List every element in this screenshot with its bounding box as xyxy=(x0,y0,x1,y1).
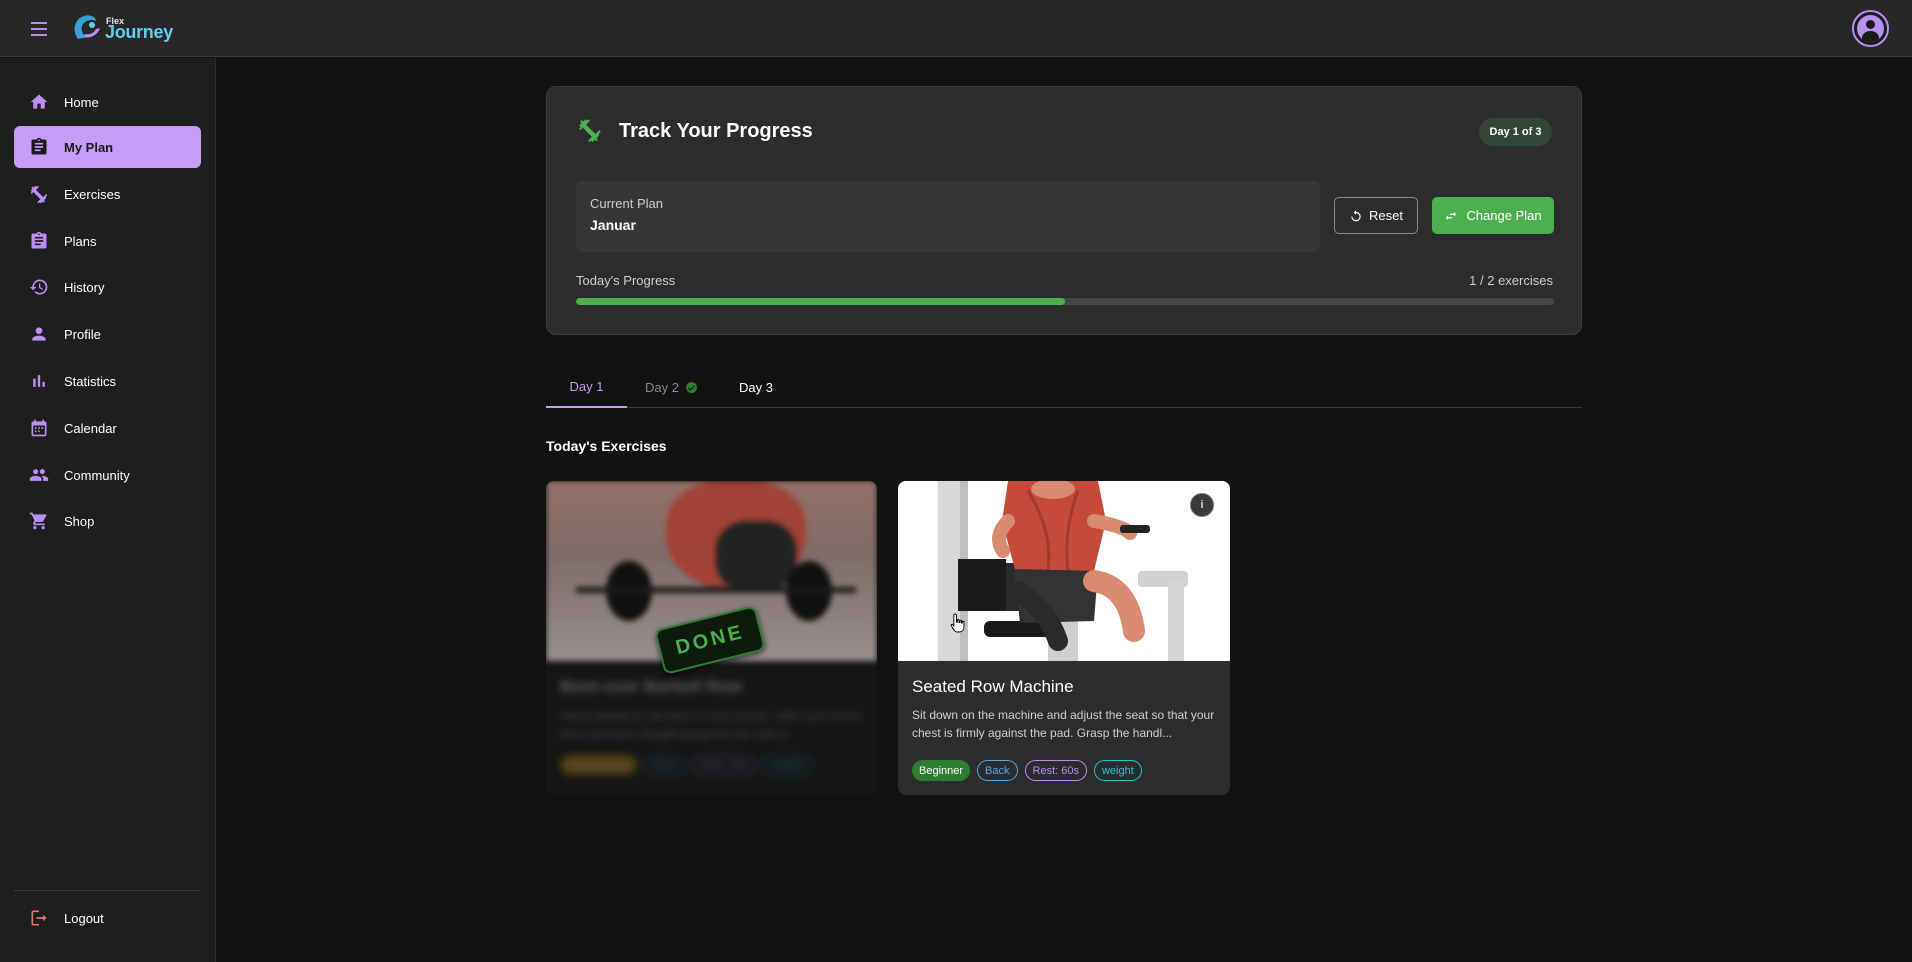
bar-chart-icon xyxy=(28,370,50,392)
reset-icon xyxy=(1351,209,1361,221)
hand-cursor-icon xyxy=(950,613,965,633)
progress-bar xyxy=(576,298,1554,305)
sidebar-item-my-plan[interactable]: My Plan xyxy=(14,126,201,168)
swap-icon xyxy=(1446,211,1457,220)
progress-count: 1 / 2 exercises xyxy=(1469,273,1553,288)
current-plan-caption: Current Plan xyxy=(590,196,663,211)
sidebar-item-label: Profile xyxy=(64,326,101,342)
sidebar-item-label: My Plan xyxy=(64,139,114,155)
logo-text: Journey xyxy=(105,22,173,42)
change-plan-button[interactable]: Change Plan xyxy=(1432,197,1554,234)
dumbbell-icon xyxy=(28,183,50,205)
progress-label: Today's Progress xyxy=(576,273,676,288)
sidebar-item-community[interactable]: Community xyxy=(14,454,201,496)
sidebar-divider xyxy=(14,890,201,891)
exercise-title: Seated Row Machine xyxy=(912,677,1074,696)
sidebar-item-label: Shop xyxy=(64,513,95,529)
account-avatar-button[interactable] xyxy=(1852,10,1889,47)
sidebar-item-label: Plans xyxy=(64,233,97,249)
account-icon xyxy=(1857,15,1884,42)
sidebar-item-calendar[interactable]: Calendar xyxy=(14,407,201,449)
current-plan-box: Current Plan Januar xyxy=(576,181,1320,252)
logout-label: Logout xyxy=(64,910,104,926)
people-icon xyxy=(28,464,50,486)
exercise-tags: Beginner Back Rest: 60s weight xyxy=(912,760,1142,781)
exercise-card-done[interactable]: Bent-over Barbell Row Place barbell on t… xyxy=(546,481,877,795)
track-progress-card: Track Your Progress Day 1 of 3 Current P… xyxy=(546,86,1582,335)
card-title: Track Your Progress xyxy=(619,120,813,142)
info-icon[interactable]: i xyxy=(1190,493,1214,517)
sidebar-item-history[interactable]: History xyxy=(14,266,201,308)
tab-day-1[interactable]: Day 1 xyxy=(546,366,627,408)
sidebar-item-shop[interactable]: Shop xyxy=(14,500,201,542)
tab-label: Day 3 xyxy=(739,379,773,395)
dumbbell-icon xyxy=(579,119,601,143)
person-icon xyxy=(28,323,50,345)
seated-row-illustration xyxy=(898,481,1230,661)
exercise-card[interactable]: i Seated Row Machine Sit down on the mac… xyxy=(898,481,1230,795)
sidebar-item-label: Community xyxy=(64,467,130,483)
tag-level: Beginner xyxy=(912,760,971,781)
tag-rest: Rest: 60s xyxy=(1024,760,1087,781)
day-tabs: Day 1 Day 2 Day 3 xyxy=(546,366,1582,408)
reset-label: Reset xyxy=(1369,208,1403,223)
day-badge: Day 1 of 3 xyxy=(1479,118,1552,146)
top-app-bar: Flex Journey xyxy=(0,0,1912,57)
tab-day-2[interactable]: Day 2 xyxy=(627,366,716,408)
section-title: Today's Exercises xyxy=(546,438,667,454)
app-logo[interactable]: Flex Journey xyxy=(70,11,173,47)
logout-button[interactable]: Logout xyxy=(14,897,201,939)
sidebar-item-label: History xyxy=(64,279,105,295)
cart-icon xyxy=(28,510,50,532)
reset-button[interactable]: Reset xyxy=(1334,197,1418,234)
exercise-description: Sit down on the machine and adjust the s… xyxy=(912,708,1215,740)
clipboard-icon xyxy=(28,136,50,158)
tag-muscle: Back xyxy=(977,760,1018,781)
tab-label: Day 2 xyxy=(645,379,679,395)
menu-icon[interactable] xyxy=(26,17,52,41)
sidebar-item-label: Statistics xyxy=(64,373,117,389)
sidebar-item-home[interactable]: Home xyxy=(14,81,201,123)
history-icon xyxy=(28,276,50,298)
check-circle-icon xyxy=(686,381,697,393)
logout-icon xyxy=(28,907,50,929)
sidebar: Home My Plan Exercises Plans History Pro… xyxy=(0,58,216,962)
tab-day-3[interactable]: Day 3 xyxy=(716,366,796,408)
sidebar-item-label: Calendar xyxy=(64,420,117,436)
exercise-image: i xyxy=(898,481,1230,661)
sidebar-item-exercises[interactable]: Exercises xyxy=(14,173,201,215)
clipboard-list-icon xyxy=(28,230,50,252)
progress-bar-fill xyxy=(576,298,1065,305)
logo-mark-icon xyxy=(74,15,100,40)
sidebar-item-label: Exercises xyxy=(64,186,121,202)
change-plan-label: Change Plan xyxy=(1466,208,1542,223)
calendar-icon xyxy=(28,417,50,439)
current-plan-value: Januar xyxy=(590,217,636,233)
sidebar-item-statistics[interactable]: Statistics xyxy=(14,360,201,402)
sidebar-item-plans[interactable]: Plans xyxy=(14,220,201,262)
tag-type: weight xyxy=(1093,760,1142,781)
sidebar-item-profile[interactable]: Profile xyxy=(14,313,201,355)
tab-label: Day 1 xyxy=(569,378,604,394)
sidebar-item-label: Home xyxy=(64,94,99,110)
home-icon xyxy=(28,91,50,113)
